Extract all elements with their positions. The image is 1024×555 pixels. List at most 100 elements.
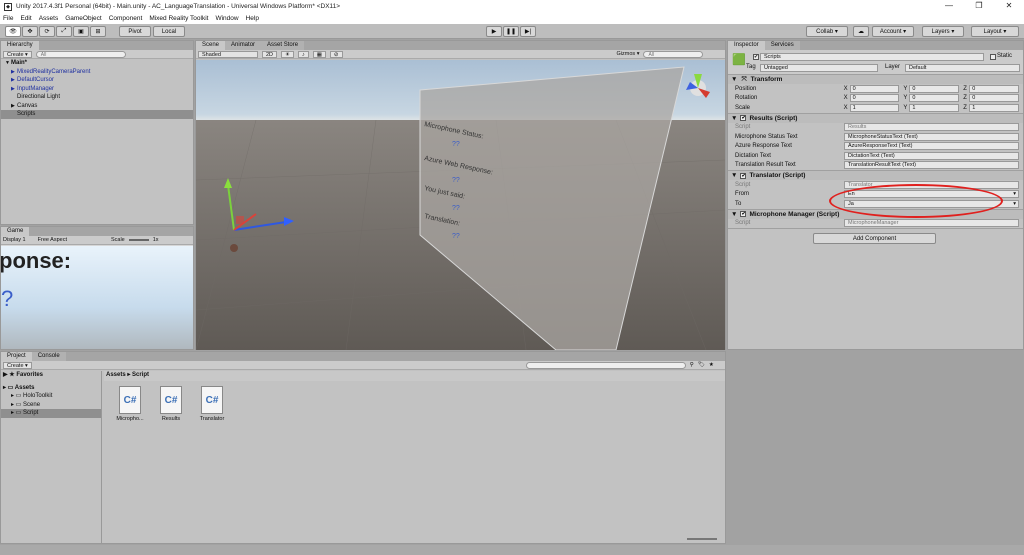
close-button[interactable]: ✕ [994,0,1024,13]
aspect-select[interactable]: Free Aspect [38,237,67,243]
hierarchy-item[interactable]: ▼Main* [1,59,193,68]
hidden-icon[interactable]: ⊘ [329,50,343,58]
menu-assets[interactable]: Assets [39,15,59,22]
menu-help[interactable]: Help [246,15,259,22]
tab-asset-store[interactable]: Asset Store [261,41,305,50]
hierarchy-item[interactable]: Scripts [1,110,193,119]
results-object-field[interactable]: AzureResponseText (Text) [844,142,1019,151]
tab-project[interactable]: Project [1,352,32,361]
hierarchy-search-input[interactable]: All [35,50,126,58]
asset-item[interactable]: C# Translator [192,386,232,422]
display-select[interactable]: Display 1 [3,237,26,243]
scene-search-input[interactable]: All [643,50,704,58]
tab-animator[interactable]: Animator [225,41,262,50]
transform-z-field[interactable]: 1 [969,103,1020,112]
minimize-button[interactable]: — [934,0,964,13]
star-icon[interactable]: ★ [709,362,714,368]
project-folder-item[interactable]: ▸ ▭ Script [1,409,101,418]
tag-select[interactable]: Untagged [760,64,878,72]
tab-services[interactable]: Services [764,41,800,50]
audio-icon[interactable]: ♪ [297,50,309,58]
project-folder-item[interactable]: ▸ ▭ HoloToolkit [1,392,101,401]
transform-x-field[interactable]: 0 [849,94,900,103]
transform-y-field[interactable]: 0 [909,84,960,93]
asset-label: Results [161,416,181,422]
active-checkbox[interactable]: ✔ [753,54,759,60]
favorites-item[interactable]: ▶ ★ Favorites [1,371,101,380]
gizmos-select[interactable]: Gizmos ▾ [617,51,640,57]
menu-component[interactable]: Component [109,15,143,22]
hierarchy-item[interactable]: Directional Light [1,93,193,102]
rect-tool-icon[interactable]: ▣ [73,26,89,37]
tab-scene[interactable]: Scene [196,41,226,50]
tab-hierarchy[interactable]: Hierarchy [1,41,39,50]
menu-mrtk[interactable]: Mixed Reality Toolkit [149,15,208,22]
scene-viewport[interactable]: Microphone Status: ?? Azure Web Response… [196,60,725,350]
icon-size-slider[interactable] [687,538,717,540]
hierarchy-item[interactable]: ▶ Canvas [1,102,193,111]
transform-x-field[interactable]: 1 [849,103,900,112]
object-name-field[interactable]: Scripts [760,53,984,61]
filter-label-icon[interactable]: 🏷 [698,362,705,368]
project-folder-item[interactable]: ▸ ▭ Scene [1,401,101,410]
tab-inspector[interactable]: Inspector [728,41,765,50]
effects-icon[interactable]: ▦ [312,50,326,58]
menu-edit[interactable]: Edit [20,15,31,22]
results-enabled-checkbox[interactable]: ✔ [740,115,747,121]
maximize-button[interactable]: ❐ [964,0,994,13]
transform-z-field[interactable]: 0 [969,94,1020,103]
account-button[interactable]: Account ▾ [872,26,914,37]
cloud-icon[interactable]: ☁ [853,26,869,37]
asset-item[interactable]: C# Results [151,386,191,422]
transform-y-field[interactable]: 0 [909,94,960,103]
filter-type-icon[interactable]: ⚲ [690,362,694,368]
hierarchy-create-button[interactable]: Create ▾ [3,50,32,58]
asset-item[interactable]: C# Micropho... [110,386,150,422]
results-row-label: Dictation Text [735,152,771,159]
shading-select[interactable]: Shaded [198,50,258,58]
tab-console[interactable]: Console [31,352,66,361]
view-tool-icon[interactable]: 👁 [5,26,21,37]
transform-tool-icon[interactable]: ⊞ [90,26,106,37]
static-checkbox[interactable] [990,54,996,60]
results-header[interactable]: ▼ ✔ Results (Script) [728,112,1023,123]
microphone-enabled-checkbox[interactable]: ✔ [740,211,747,217]
transform-y-field[interactable]: 1 [909,103,960,112]
results-object-field[interactable]: DictationText (Text) [844,151,1019,160]
transform-z-field[interactable]: 0 [969,84,1020,93]
layers-label: Layers ▾ [931,29,955,35]
results-row: Script Results [728,123,1023,133]
layer-select[interactable]: Default [905,64,1020,72]
collab-button[interactable]: Collab ▾ [806,26,848,37]
hierarchy-item[interactable]: ▶ InputManager [1,85,193,94]
tab-game[interactable]: Game [1,227,30,236]
project-create-button[interactable]: Create ▾ [3,361,32,369]
scale-tool-icon[interactable]: ⤢ [56,26,72,37]
step-icon[interactable]: ▶| [520,26,536,37]
menu-gameobject[interactable]: GameObject [65,15,102,22]
transform-x-field[interactable]: 0 [849,84,900,93]
hierarchy-item[interactable]: ▶ MixedRealityCameraParent [1,68,193,77]
pivot-button[interactable]: Pivot [119,26,151,37]
local-button[interactable]: Local [153,26,185,37]
project-folder-item[interactable]: ▸ ▭ Assets [1,384,101,393]
layers-button[interactable]: Layers ▾ [922,26,964,37]
lighting-icon[interactable]: ☀ [281,50,294,58]
translator-enabled-checkbox[interactable]: ✔ [740,172,747,179]
pause-icon[interactable]: ❚❚ [503,26,519,37]
scale-slider[interactable] [128,239,149,241]
translator-header[interactable]: ▼ ✔ Translator (Script) [728,170,1023,180]
results-object-field[interactable]: MicrophoneStatusText (Text) [844,132,1019,141]
layout-button[interactable]: Layout ▾ [971,26,1019,37]
menu-file[interactable]: File [3,15,13,22]
play-icon[interactable]: ▶ [486,26,502,37]
hierarchy-item[interactable]: ▶ DefaultCursor [1,76,193,85]
results-object-field[interactable]: TranslationResultText (Text) [844,161,1019,170]
rotate-tool-icon[interactable]: ⟳ [39,26,55,37]
add-component-button[interactable]: Add Component [813,233,936,244]
menu-window[interactable]: Window [215,15,238,22]
project-search-input[interactable] [525,361,686,369]
2d-toggle[interactable]: 2D [262,50,278,58]
transform-header[interactable]: ▼ ⤧ Transform [728,74,1023,84]
move-tool-icon[interactable]: ✥ [22,26,38,37]
